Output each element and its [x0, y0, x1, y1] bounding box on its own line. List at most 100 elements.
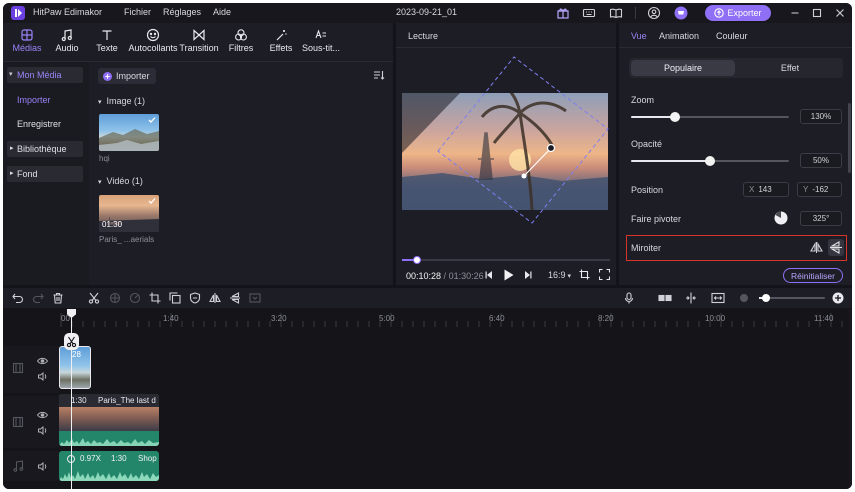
snap-icon[interactable] — [685, 292, 697, 304]
menu-reglages[interactable]: Réglages — [163, 7, 201, 17]
reset-button[interactable]: Réinitialiser — [783, 268, 843, 283]
speaker-icon[interactable] — [38, 462, 48, 471]
next-frame-icon[interactable] — [523, 270, 533, 280]
export-button[interactable]: Exporter — [705, 5, 771, 21]
mirror-horizontal-icon[interactable] — [209, 292, 221, 304]
undo-icon[interactable] — [12, 292, 24, 304]
mirror-vertical-icon[interactable] — [229, 292, 241, 304]
sidebar-item-fond[interactable]: ▸ Fond — [7, 166, 83, 182]
tab-audio[interactable]: Audio — [52, 28, 82, 53]
ruler-label: 3:20 — [271, 314, 287, 323]
image-clip[interactable]: 28 — [59, 346, 91, 389]
delete-icon[interactable] — [52, 292, 64, 304]
subtab-effet[interactable]: Effet — [739, 60, 841, 76]
subtab-switch: Populaire Effet — [629, 58, 843, 78]
gift-icon[interactable] — [556, 6, 570, 20]
tab-transition[interactable]: Transition — [179, 28, 219, 53]
sidebar-item-importer[interactable]: Importer — [17, 92, 93, 108]
video-thumbnail[interactable]: 01:30 — [99, 195, 159, 232]
mirror-row: Miroiter — [626, 235, 847, 261]
divider — [396, 47, 616, 48]
speaker-icon[interactable] — [38, 426, 48, 435]
scissors-split-button[interactable] — [64, 333, 79, 350]
opacity-value-field[interactable]: 50% — [800, 153, 842, 168]
minimize-icon[interactable] — [788, 6, 802, 20]
zoom-out-icon[interactable] — [740, 294, 748, 302]
properties-scrollbar[interactable] — [848, 103, 851, 173]
image-thumbnail[interactable] — [99, 114, 159, 151]
zoom-value-field[interactable]: 130% — [800, 109, 842, 124]
flip-horizontal-icon[interactable] — [810, 241, 823, 254]
microphone-icon[interactable] — [623, 292, 635, 304]
image-section-header[interactable]: ▾ Image (1) — [98, 96, 145, 106]
menu-aide[interactable]: Aide — [213, 7, 231, 17]
account-icon[interactable] — [647, 6, 661, 20]
tab-sous-titres[interactable]: Sous-tit... — [299, 28, 343, 53]
crop-icon[interactable] — [579, 269, 590, 280]
opacity-slider-track[interactable] — [631, 156, 789, 166]
fullscreen-icon[interactable] — [599, 269, 610, 280]
video-clip[interactable]: 1:30 Paris_The last d — [59, 394, 159, 446]
sidebar-item-mon-media[interactable]: ▾ Mon Média — [7, 67, 83, 83]
crop-tool-icon[interactable] — [149, 292, 161, 304]
tab-filtres[interactable]: Filtres — [226, 28, 256, 53]
rotate-value-field[interactable]: 325° — [800, 211, 842, 226]
preview-progress-handle[interactable] — [413, 256, 421, 264]
fit-timeline-icon[interactable] — [711, 292, 725, 304]
zoom-in-icon[interactable] — [832, 292, 844, 304]
position-x-field[interactable]: X 143 — [743, 182, 789, 197]
tab-transition-label: Transition — [179, 43, 219, 53]
timeline-zoom-handle[interactable] — [762, 294, 770, 302]
import-button[interactable]: Importer — [98, 68, 156, 84]
rotate-dial[interactable] — [774, 211, 788, 225]
play-icon[interactable] — [503, 269, 514, 281]
keyboard-icon[interactable] — [582, 6, 596, 20]
menu-fichier[interactable]: Fichier — [124, 7, 151, 17]
time-current: 00:10:28 — [406, 271, 442, 281]
zoom-slider-fill — [631, 116, 675, 118]
image-item-name: hqi — [99, 154, 110, 163]
book-icon[interactable] — [609, 6, 623, 20]
audio-clip[interactable]: 0.97X 1:30 Shop — [59, 451, 159, 481]
subtab-populaire[interactable]: Populaire — [631, 60, 735, 76]
split-clip-icon[interactable] — [658, 292, 672, 304]
sort-icon[interactable] — [373, 69, 385, 81]
zoom-slider-track[interactable] — [631, 112, 789, 122]
speed-icon[interactable] — [129, 292, 141, 304]
eye-icon[interactable] — [37, 357, 48, 365]
sidebar-item-bibliotheque[interactable]: ▸ Bibliothèque — [7, 141, 83, 157]
tab-animation[interactable]: Animation — [659, 31, 699, 41]
video-section-header[interactable]: ▾ Vidéo (1) — [98, 176, 143, 186]
sidebar-item-enregistrer[interactable]: Enregistrer — [17, 116, 93, 132]
redo-icon[interactable] — [32, 292, 44, 304]
tab-couleur[interactable]: Couleur — [716, 31, 748, 41]
split-audio-icon[interactable] — [109, 292, 121, 304]
tab-medias[interactable]: Médias — [9, 28, 45, 53]
image-section-label: Image (1) — [106, 96, 146, 106]
mask-icon[interactable] — [189, 292, 201, 304]
opacity-slider-handle[interactable] — [705, 156, 715, 166]
preview-progress-track[interactable] — [402, 256, 610, 264]
transform-bounding-box[interactable] — [396, 51, 616, 251]
eye-icon[interactable] — [37, 411, 48, 419]
speaker-icon[interactable] — [38, 372, 48, 381]
tab-autocollants[interactable]: Autocollants — [127, 28, 179, 53]
track-music-icon — [13, 460, 24, 472]
flip-vertical-button[interactable] — [828, 239, 844, 256]
timeline-scrollbar[interactable] — [849, 309, 852, 489]
cart-icon[interactable] — [674, 6, 688, 20]
previous-frame-icon[interactable] — [484, 270, 494, 280]
tab-effets[interactable]: Effets — [266, 28, 296, 53]
freeze-frame-icon[interactable] — [169, 292, 181, 304]
timeline-zoom-track[interactable] — [759, 294, 825, 302]
close-icon[interactable] — [833, 6, 847, 20]
position-y-field[interactable]: Y -162 — [797, 182, 842, 197]
zoom-slider-handle[interactable] — [670, 112, 680, 122]
cut-icon[interactable] — [88, 292, 100, 304]
maximize-icon[interactable] — [810, 6, 824, 20]
position-x-label: X — [749, 185, 755, 194]
aspect-ratio-select[interactable]: 16:9 ▾ — [548, 270, 571, 280]
fit-icon[interactable] — [249, 292, 261, 304]
tab-texte[interactable]: Texte — [93, 28, 121, 53]
tab-vue[interactable]: Vue — [631, 31, 647, 41]
